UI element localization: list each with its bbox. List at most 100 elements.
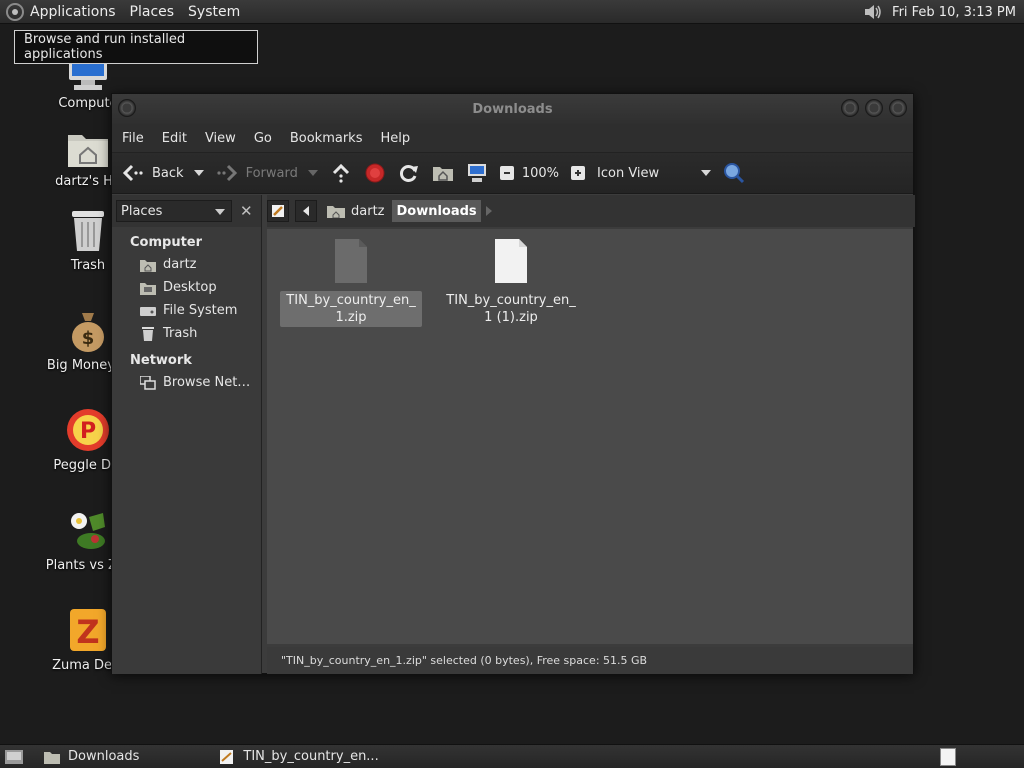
reload-button[interactable]	[398, 162, 420, 184]
file-name: TIN_by_country_en_1.zip	[280, 291, 422, 327]
stop-button[interactable]	[364, 162, 386, 184]
sidebar-section-network: Network	[130, 353, 192, 368]
close-sidebar-icon[interactable]: ✕	[240, 202, 253, 220]
zip-file-icon	[495, 239, 527, 283]
sidebar-item-label: dartz	[163, 257, 197, 272]
forward-history-dropdown[interactable]	[307, 170, 318, 176]
home-folder-icon	[432, 162, 454, 184]
sidebar-item-browse-network[interactable]: Browse Net…	[112, 371, 261, 394]
file-view[interactable]: TIN_by_country_en_1.zip TIN_by_country_e…	[267, 229, 913, 644]
breadcrumb-label: Downloads	[396, 203, 477, 219]
money-bag-icon: $	[64, 308, 112, 354]
applications-logo-icon[interactable]	[6, 2, 24, 21]
zuma-icon: Z	[64, 606, 112, 654]
back-arrow-icon	[122, 162, 144, 184]
computer-icon	[466, 162, 488, 184]
home-folder-icon	[327, 206, 345, 218]
back-button[interactable]: Back	[122, 162, 184, 184]
breadcrumb-label: dartz	[351, 203, 385, 219]
drive-icon	[140, 306, 156, 316]
chevron-right-icon[interactable]	[485, 206, 493, 216]
toolbar: Back Forward 100% Icon View	[112, 152, 913, 194]
back-history-dropdown[interactable]	[193, 170, 204, 176]
sidebar-section-computer: Computer	[130, 235, 203, 250]
back-label: Back	[152, 165, 184, 181]
pathbar-scroll-left-button[interactable]	[295, 200, 317, 222]
sidebar-header: Places ✕	[112, 195, 261, 227]
home-button[interactable]	[432, 162, 454, 184]
system-menu[interactable]: System	[188, 4, 240, 20]
file-item[interactable]: TIN_by_country_en_1.zip	[280, 229, 422, 327]
places-selector[interactable]: Places	[116, 200, 232, 222]
workspace-switcher[interactable]	[940, 748, 956, 766]
zoom-in-button[interactable]: Icon View	[571, 166, 659, 181]
view-mode-dropdown[interactable]	[701, 170, 712, 176]
zoom-out-icon	[499, 166, 514, 180]
menubar: File Edit View Go Bookmarks Help	[112, 124, 913, 152]
forward-arrow-icon	[216, 162, 238, 184]
file-name: TIN_by_country_en_1 (1).zip	[446, 293, 576, 325]
chevron-left-icon	[303, 206, 309, 216]
clock[interactable]: Fri Feb 10, 3:13 PM	[892, 5, 1016, 20]
search-button[interactable]	[723, 162, 753, 184]
titlebar[interactable]: Downloads	[112, 94, 913, 124]
breadcrumb-downloads[interactable]: Downloads	[392, 200, 481, 222]
maximize-button[interactable]	[865, 99, 883, 117]
sidebar-item-dartz[interactable]: dartz	[112, 253, 261, 276]
svg-text:$: $	[82, 328, 95, 349]
file-item[interactable]: TIN_by_country_en_1 (1).zip	[440, 229, 582, 327]
view-mode-label[interactable]: Icon View	[597, 166, 659, 181]
home-folder-icon	[140, 259, 156, 272]
svg-text:P: P	[80, 419, 96, 444]
pathbar: dartz Downloads	[267, 195, 915, 227]
places-menu[interactable]: Places	[130, 4, 175, 20]
menu-help[interactable]: Help	[380, 131, 410, 146]
sidebar-item-label: File System	[163, 303, 238, 318]
toggle-location-entry-button[interactable]	[267, 200, 289, 222]
computer-button[interactable]	[466, 162, 488, 184]
window-title: Downloads	[472, 101, 553, 117]
top-panel: Applications Places System Fri Feb 10, 3…	[0, 0, 1024, 24]
close-button[interactable]	[889, 99, 907, 117]
taskbar-item-downloads[interactable]: Downloads	[38, 746, 145, 768]
zoom-level: 100%	[521, 165, 560, 181]
folder-icon	[44, 751, 60, 764]
taskbar-item-label: TIN_by_country_en...	[243, 749, 379, 764]
plants-vs-zombies-icon	[64, 506, 112, 554]
edit-icon	[272, 205, 284, 217]
window-menu-button[interactable]	[118, 99, 136, 117]
applications-menu[interactable]: Applications	[30, 4, 116, 20]
forward-label: Forward	[245, 165, 298, 181]
search-icon	[723, 162, 745, 184]
minimize-button[interactable]	[841, 99, 859, 117]
menu-go[interactable]: Go	[254, 131, 272, 146]
sidebar-item-desktop[interactable]: Desktop	[112, 276, 261, 299]
text-editor-icon	[220, 749, 234, 764]
bottom-panel: Downloads TIN_by_country_en...	[0, 744, 1024, 768]
places-selector-label: Places	[121, 203, 163, 219]
svg-text:Z: Z	[76, 613, 99, 651]
reload-icon	[398, 162, 420, 184]
forward-button[interactable]: Forward	[216, 162, 298, 184]
desktop-folder-icon	[140, 282, 156, 295]
chevron-down-icon	[215, 209, 225, 215]
menu-edit[interactable]: Edit	[162, 131, 187, 146]
sidebar: Places ✕ Computer dartz Desktop File Sys…	[112, 195, 262, 674]
sidebar-item-trash[interactable]: Trash	[112, 322, 261, 345]
taskbar-item-text-editor[interactable]: TIN_by_country_en...	[213, 746, 384, 768]
sidebar-item-file-system[interactable]: File System	[112, 299, 261, 322]
volume-icon[interactable]	[862, 2, 884, 22]
tooltip: Browse and run installed applications	[14, 30, 258, 64]
zoom-out-button[interactable]: 100%	[499, 165, 560, 181]
up-button[interactable]	[330, 162, 352, 184]
zip-file-icon	[335, 239, 367, 283]
menu-bookmarks[interactable]: Bookmarks	[290, 131, 363, 146]
show-desktop-icon[interactable]	[4, 748, 24, 766]
sidebar-item-label: Desktop	[163, 280, 217, 295]
menu-file[interactable]: File	[122, 131, 144, 146]
menu-view[interactable]: View	[205, 131, 236, 146]
sidebar-item-label: Browse Net…	[163, 375, 251, 390]
peggle-icon: P	[64, 406, 112, 454]
trash-icon	[64, 208, 112, 254]
breadcrumb-dartz[interactable]: dartz	[323, 200, 388, 222]
